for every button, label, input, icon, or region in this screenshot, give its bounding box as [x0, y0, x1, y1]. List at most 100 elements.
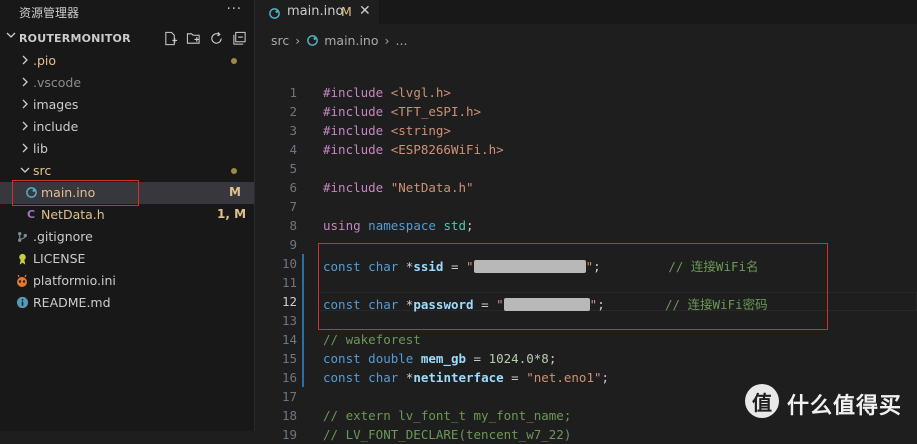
code-line[interactable]: 2 #include <TFT_eSPI.h> [255, 102, 917, 121]
line-number: 10 [281, 256, 297, 271]
code-line[interactable]: 19 // LV_FONT_DECLARE(tencent_w7_22) [255, 425, 917, 444]
tree-file-platformio[interactable]: platformio.ini [0, 270, 254, 292]
c-header-icon: C [26, 208, 36, 221]
platformio-icon [15, 274, 29, 288]
breadcrumb-separator: › [384, 32, 390, 48]
tree-folder-images[interactable]: images [0, 94, 254, 116]
line-number: 1 [289, 85, 297, 100]
line-number: 17 [281, 389, 297, 404]
highlight-box [318, 243, 828, 330]
chevron-down-icon [6, 30, 16, 43]
tree-folder-src[interactable]: src [0, 160, 254, 182]
git-change-gutter[interactable] [302, 330, 304, 349]
code-text[interactable]: #include <string> [323, 123, 451, 138]
line-number: 12 [281, 294, 297, 309]
watermark-logo: 值 [745, 384, 779, 418]
tree-folder-lib[interactable]: lib [0, 138, 254, 160]
chevron-right-icon [19, 54, 31, 66]
chevron-right-icon [19, 142, 31, 154]
tree-file-readme[interactable]: README.md [0, 292, 254, 314]
modified-dot [231, 168, 237, 174]
code-line[interactable]: 5 [255, 159, 917, 178]
code-text[interactable]: // wakeforest [323, 332, 421, 347]
new-file-icon[interactable] [162, 30, 179, 47]
code-line[interactable]: 6 #include "NetData.h" [255, 178, 917, 197]
tree-file-gitignore[interactable]: .gitignore [0, 226, 254, 248]
tree-item-label: images [33, 97, 79, 112]
explorer-sidebar: 资源管理器 ··· ROUTERMONITOR .pio .vscode ima… [0, 0, 254, 431]
close-icon[interactable]: ✕ [359, 3, 371, 19]
code-line[interactable]: 8 using namespace std; [255, 216, 917, 235]
line-number: 4 [289, 142, 297, 157]
code-text[interactable]: using namespace std; [323, 218, 474, 233]
code-text[interactable]: // LV_FONT_DECLARE(tencent_w7_22) [323, 427, 571, 442]
arduino-icon [306, 34, 319, 47]
code-text[interactable]: #include <lvgl.h> [323, 85, 451, 100]
git-change-gutter[interactable] [302, 368, 304, 387]
code-line[interactable]: 7 [255, 197, 917, 216]
tree-folder-pio[interactable]: .pio [0, 50, 254, 72]
line-number: 15 [281, 351, 297, 366]
chevron-down-icon [19, 164, 31, 176]
code-line[interactable]: 14 // wakeforest [255, 330, 917, 349]
line-number: 11 [281, 275, 297, 290]
more-actions-icon[interactable]: ··· [227, 2, 242, 17]
line-number: 13 [281, 313, 297, 328]
editor: main.ino M ✕ src › main.ino › ... 1 #incl… [255, 0, 917, 442]
watermark-text: 什么值得买 [787, 394, 903, 419]
code-text[interactable]: // extern lv_font_t my_font_name; [323, 408, 571, 423]
git-change-gutter[interactable] [302, 273, 304, 292]
highlight-box [12, 180, 139, 206]
git-change-gutter[interactable] [302, 292, 304, 311]
chevron-right-icon [19, 76, 31, 88]
code-text[interactable]: const double mem_gb = 1024.0*8; [323, 351, 556, 366]
project-header[interactable]: ROUTERMONITOR [0, 28, 254, 50]
code-line[interactable]: 1 #include <lvgl.h> [255, 83, 917, 102]
code-line[interactable]: 3 #include <string> [255, 121, 917, 140]
git-change-gutter[interactable] [302, 311, 304, 330]
git-change-gutter[interactable] [302, 254, 304, 273]
breadcrumb-separator: › [295, 32, 301, 48]
chevron-right-icon [19, 98, 31, 110]
breadcrumb-folder[interactable]: src [271, 33, 289, 48]
code-text[interactable]: const char *netinterface = "net.eno1"; [323, 370, 609, 385]
tree-item-label: .pio [33, 53, 57, 68]
line-number: 7 [289, 199, 297, 214]
breadcrumb-file[interactable]: main.ino [324, 33, 378, 48]
refresh-icon[interactable] [208, 30, 225, 47]
breadcrumb-symbols[interactable]: ... [396, 33, 408, 48]
tab-modified-badge: M [341, 4, 352, 19]
line-number: 9 [289, 237, 297, 252]
code-text[interactable]: #include "NetData.h" [323, 180, 474, 195]
line-number: 6 [289, 180, 297, 195]
code-text[interactable]: #include <ESP8266WiFi.h> [323, 142, 504, 157]
tree-item-label: include [33, 119, 79, 134]
collapse-all-icon[interactable] [231, 30, 248, 47]
code-line[interactable]: 15 const double mem_gb = 1024.0*8; [255, 349, 917, 368]
tree-folder-include[interactable]: include [0, 116, 254, 138]
code-line[interactable]: 4 #include <ESP8266WiFi.h> [255, 140, 917, 159]
tab-bar: main.ino M ✕ [255, 0, 917, 24]
git-status-badge: M [229, 185, 241, 199]
line-number: 14 [281, 332, 297, 347]
line-number: 8 [289, 218, 297, 233]
explorer-title: 资源管理器 [19, 6, 80, 20]
tree-item-label: NetData.h [41, 207, 105, 222]
tree-item-label: lib [33, 141, 48, 156]
git-change-gutter[interactable] [302, 349, 304, 368]
line-number: 5 [289, 161, 297, 176]
tree-folder-vscode[interactable]: .vscode [0, 72, 254, 94]
chevron-right-icon [19, 120, 31, 132]
tab-main-ino[interactable]: main.ino M ✕ [255, 0, 379, 24]
tree-item-label: LICENSE [33, 251, 86, 266]
modified-dot [231, 58, 237, 64]
line-number: 19 [281, 427, 297, 442]
tree-file-license[interactable]: LICENSE [0, 248, 254, 270]
new-folder-icon[interactable] [185, 30, 202, 47]
code-text[interactable]: #include <TFT_eSPI.h> [323, 104, 481, 119]
tab-label: main.ino [287, 4, 344, 19]
git-icon [15, 230, 29, 244]
tree-item-label: platformio.ini [33, 273, 116, 288]
line-number: 2 [289, 104, 297, 119]
tree-file-netdata-h[interactable]: C NetData.h 1, M [0, 204, 254, 226]
